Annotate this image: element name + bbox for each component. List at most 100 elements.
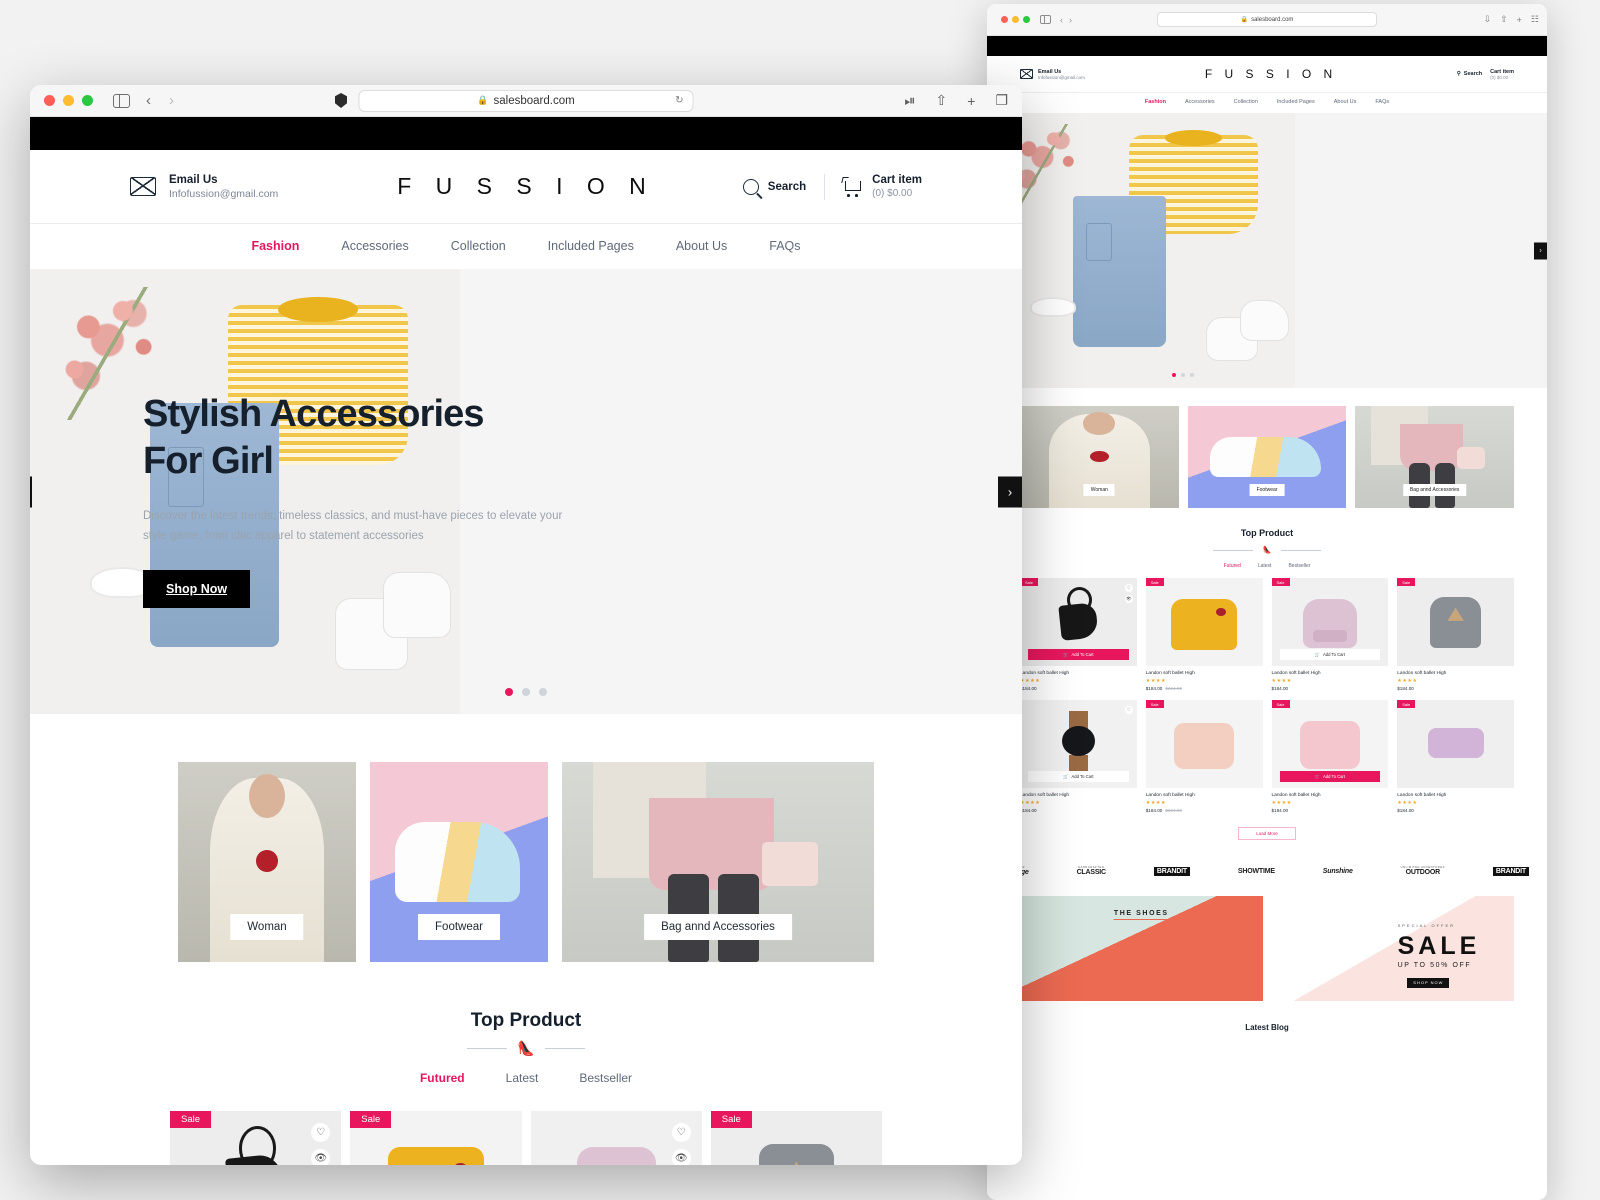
hero-dot-3[interactable]: [539, 688, 547, 696]
search-button-back[interactable]: ⚲ Search: [1457, 71, 1482, 77]
product-card[interactable]: Sale ♡ 👁: [170, 1111, 342, 1165]
cart-button-back[interactable]: Cart item (0) $0.00: [1490, 69, 1514, 80]
hero-cta-button[interactable]: Shop Now: [143, 570, 251, 609]
new-tab-icon[interactable]: +: [967, 93, 975, 109]
product-card[interactable]: Sale Landon soft ballet High ★★★★ $184.0…: [1397, 578, 1514, 691]
tab-bestseller[interactable]: Bestseller: [579, 1071, 632, 1085]
add-to-cart-button[interactable]: 🛒 Add To Cart: [1279, 649, 1381, 660]
hero-dots-back[interactable]: [1171, 373, 1194, 377]
nav-item-accessories[interactable]: Accessories: [341, 239, 408, 253]
category-card-woman[interactable]: Woman: [178, 762, 356, 962]
add-to-cart-button[interactable]: 🛒 Add To Cart: [1279, 771, 1381, 782]
reload-icon[interactable]: ↻: [675, 95, 683, 106]
hero-next-button-back[interactable]: ›: [1534, 242, 1547, 259]
category-cards-back[interactable]: Woman Footwear Bag annd Accessories: [987, 388, 1547, 508]
hero-dots-front[interactable]: [505, 688, 547, 696]
nav-buttons[interactable]: ‹ ›: [146, 92, 174, 109]
downloads-icon[interactable]: ⇩: [1484, 14, 1492, 25]
eye-icon[interactable]: 👁: [311, 1149, 331, 1165]
product-card[interactable]: Sale ♡ 👁 🛒 Add To Cart Landon soft ballet…: [1020, 578, 1137, 691]
sidebar-toggle-icon[interactable]: [113, 93, 130, 108]
header-actions-front[interactable]: Search Cart item (0) $0.00: [742, 173, 922, 200]
window-controls-back[interactable]: [1001, 16, 1030, 23]
top-product-tabs-front[interactable]: Futured Latest Bestseller: [30, 1071, 1022, 1085]
browser-window-back[interactable]: ‹› 🔒 salesboard.com ⇩ ⇧ + ☷ Email Us Inf…: [987, 4, 1547, 1200]
hero-dot-3-back[interactable]: [1189, 373, 1194, 377]
tab-latest[interactable]: Latest: [506, 1071, 539, 1085]
site-logo-front[interactable]: F U S S I O N: [397, 173, 655, 200]
tab-overview-icon[interactable]: ❐: [995, 92, 1008, 109]
main-nav-back[interactable]: Fashion Accessories Collection Included …: [987, 92, 1547, 113]
back-chevron-icon[interactable]: ‹: [146, 92, 151, 109]
downloads-icon[interactable]: ⏯: [904, 92, 915, 109]
product-card[interactable]: Sale Landon soft ballet High ★★★★ $184.0…: [1397, 700, 1514, 813]
category-cards-front[interactable]: Woman Footwear Bag annd Accessories: [30, 714, 1022, 962]
brand-logo[interactable]: BRANDIT: [1492, 866, 1529, 876]
tab-futured[interactable]: Futured: [420, 1071, 465, 1085]
load-more-button[interactable]: Load More: [1238, 827, 1296, 840]
nav-item-included-pages-back[interactable]: Included Pages: [1277, 99, 1315, 105]
nav-item-about-us-back[interactable]: About Us: [1334, 99, 1357, 105]
sidebar-toggle-icon[interactable]: [1040, 15, 1051, 24]
hero-dot-1-back[interactable]: [1171, 373, 1176, 377]
tab-bestseller-back[interactable]: Bestseller: [1288, 563, 1310, 569]
privacy-shield-icon[interactable]: [335, 93, 347, 108]
site-logo-back[interactable]: F U S S I O N: [1205, 67, 1337, 81]
product-card[interactable]: Sale Landon soft ballet High ★★★★ $184.0…: [1145, 700, 1263, 813]
banner-sale[interactable]: SPECIAL OFFER SALE UP TO 50% OFF SHOP NO…: [1271, 896, 1514, 1001]
address-bar-front[interactable]: 🔒 salesboard.com ↻: [358, 89, 694, 112]
new-tab-icon[interactable]: +: [1517, 15, 1522, 25]
hero-dot-2[interactable]: [522, 688, 530, 696]
header-actions-back[interactable]: ⚲ Search Cart item (0) $0.00: [1457, 69, 1514, 80]
email-block-front[interactable]: Email Us Infofussion@gmail.com: [130, 174, 278, 200]
minimize-button[interactable]: [1012, 16, 1019, 23]
maximize-button[interactable]: [1023, 16, 1030, 23]
heart-icon[interactable]: ♡: [671, 1123, 691, 1142]
email-block-back[interactable]: Email Us Infofussion@gmail.com: [1020, 69, 1085, 80]
share-icon[interactable]: ⇧: [936, 92, 948, 109]
hero-dot-2-back[interactable]: [1180, 373, 1185, 377]
product-card[interactable]: Sale 🛒 Add To Cart Landon soft ballet Hig…: [1271, 700, 1389, 813]
product-card[interactable]: ♡ 🛒 Add To Cart Landon soft ballet High ★…: [1020, 700, 1137, 813]
banner-the-shoes[interactable]: THE SHOES: [1020, 896, 1263, 1001]
category-card-bags-back[interactable]: Bag annd Accessories: [1355, 406, 1515, 508]
product-card[interactable]: ♡ 👁: [530, 1111, 702, 1165]
category-card-woman-back[interactable]: Woman: [1020, 406, 1179, 508]
heart-icon[interactable]: ♡: [1124, 584, 1133, 592]
close-button[interactable]: [44, 95, 55, 106]
nav-chevrons[interactable]: ‹›: [1060, 15, 1078, 25]
cart-button-front[interactable]: Cart item (0) $0.00: [841, 174, 922, 199]
hero-dot-1[interactable]: [505, 688, 513, 696]
chrome-actions-back[interactable]: ⇩ ⇧ + ☷: [1484, 14, 1539, 25]
address-bar-back[interactable]: 🔒 salesboard.com: [1157, 12, 1377, 27]
browser-window-front[interactable]: ‹ › 🔒 salesboard.com ↻ ⏯ ⇧ + ❐ Email Us …: [30, 85, 1022, 1165]
product-card[interactable]: Sale 🛒 Add To Cart Landon soft ballet Hig…: [1271, 578, 1389, 691]
add-to-cart-button[interactable]: 🛒 Add To Cart: [1028, 649, 1129, 660]
brand-logo[interactable]: Sunshine: [1323, 868, 1353, 875]
hero-next-button[interactable]: ›: [998, 476, 1022, 507]
product-card[interactable]: Sale Landon soft ballet High ★★★★ $184.0…: [1145, 578, 1263, 691]
nav-item-collection[interactable]: Collection: [451, 239, 506, 253]
brand-logo[interactable]: UNLIMITED ADVENTURES OUTDOOR: [1401, 866, 1445, 876]
category-card-footwear[interactable]: Footwear: [370, 762, 548, 962]
brand-logo[interactable]: SHOWTIME: [1238, 868, 1275, 875]
nav-item-about-us[interactable]: About Us: [676, 239, 727, 253]
product-card[interactable]: Sale: [710, 1111, 882, 1165]
nav-item-faqs[interactable]: FAQs: [769, 239, 800, 253]
minimize-button[interactable]: [63, 95, 74, 106]
share-icon[interactable]: ⇧: [1500, 14, 1508, 25]
hero-prev-button[interactable]: ‹: [30, 476, 32, 507]
product-card[interactable]: Sale: [350, 1111, 522, 1165]
tab-overview-icon[interactable]: ☷: [1531, 14, 1539, 25]
nav-item-accessories-back[interactable]: Accessories: [1185, 99, 1215, 105]
search-button-front[interactable]: Search: [742, 178, 806, 195]
nav-item-fashion-back[interactable]: Fashion: [1145, 99, 1166, 105]
eye-icon[interactable]: 👁: [1124, 595, 1133, 603]
close-button[interactable]: [1001, 16, 1008, 23]
category-card-bags[interactable]: Bag annd Accessories: [562, 762, 874, 962]
brand-logo[interactable]: HANDCRAFTED CLASSIC: [1077, 866, 1107, 876]
window-controls-front[interactable]: [44, 95, 93, 106]
add-to-cart-button[interactable]: 🛒 Add To Cart: [1028, 771, 1129, 782]
chrome-actions-front[interactable]: ⏯ ⇧ + ❐: [904, 92, 1008, 109]
heart-icon[interactable]: ♡: [1124, 706, 1133, 714]
